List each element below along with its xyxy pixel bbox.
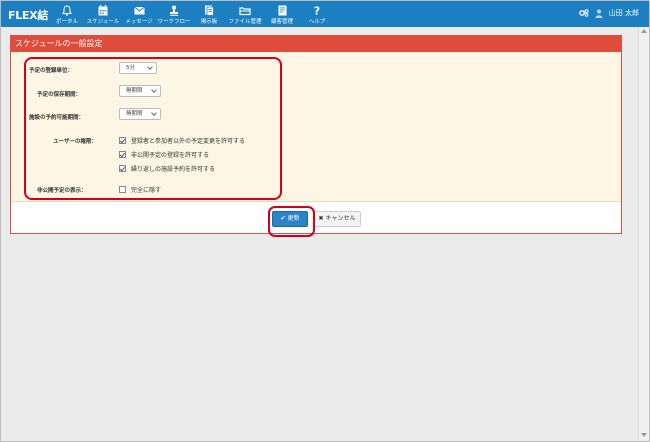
nav-item-customer-management[interactable]: 顧客管理 (267, 1, 297, 27)
scroll-down-arrow-icon[interactable] (641, 433, 647, 437)
bell-icon (62, 5, 72, 16)
user-avatar-icon (595, 9, 603, 18)
highlight-annotation-form (24, 57, 282, 200)
panel-title: スケジュールの一般設定 (11, 36, 621, 52)
svg-text:?: ? (314, 5, 320, 16)
stamp-icon (170, 5, 178, 16)
customer-icon (278, 5, 286, 16)
mail-icon (133, 6, 145, 15)
user-menu[interactable]: 山田 太郎 (578, 8, 639, 18)
nav-item-board[interactable]: 掲示板 (197, 1, 221, 27)
nav-item-portal[interactable]: ポータル (53, 1, 81, 27)
vertical-scrollbar[interactable] (638, 27, 649, 440)
help-icon: ? (314, 5, 320, 16)
nav-item-help[interactable]: ? ヘルプ (306, 1, 328, 27)
app-logo[interactable]: FLEX結 (8, 7, 48, 23)
nav-item-schedule[interactable]: スケジュール (85, 1, 121, 27)
cancel-button[interactable]: ✖ キャンセル (313, 211, 361, 227)
folder-icon (239, 7, 251, 16)
highlight-annotation-update-button (268, 206, 315, 237)
calendar-icon (98, 5, 108, 16)
top-navigation-bar: FLEX結 ポータル スケジュール メッセージ ワークフロー 掲示板 ファイル管… (1, 1, 649, 27)
settings-icon[interactable] (578, 9, 589, 17)
nav-item-message[interactable]: メッセージ (124, 1, 154, 27)
user-name: 山田 太郎 (608, 9, 639, 17)
nav-item-workflow[interactable]: ワークフロー (157, 1, 191, 27)
nav-item-file-management[interactable]: ファイル管理 (227, 1, 263, 27)
board-icon (205, 5, 214, 16)
scroll-up-arrow-icon[interactable] (641, 29, 647, 33)
